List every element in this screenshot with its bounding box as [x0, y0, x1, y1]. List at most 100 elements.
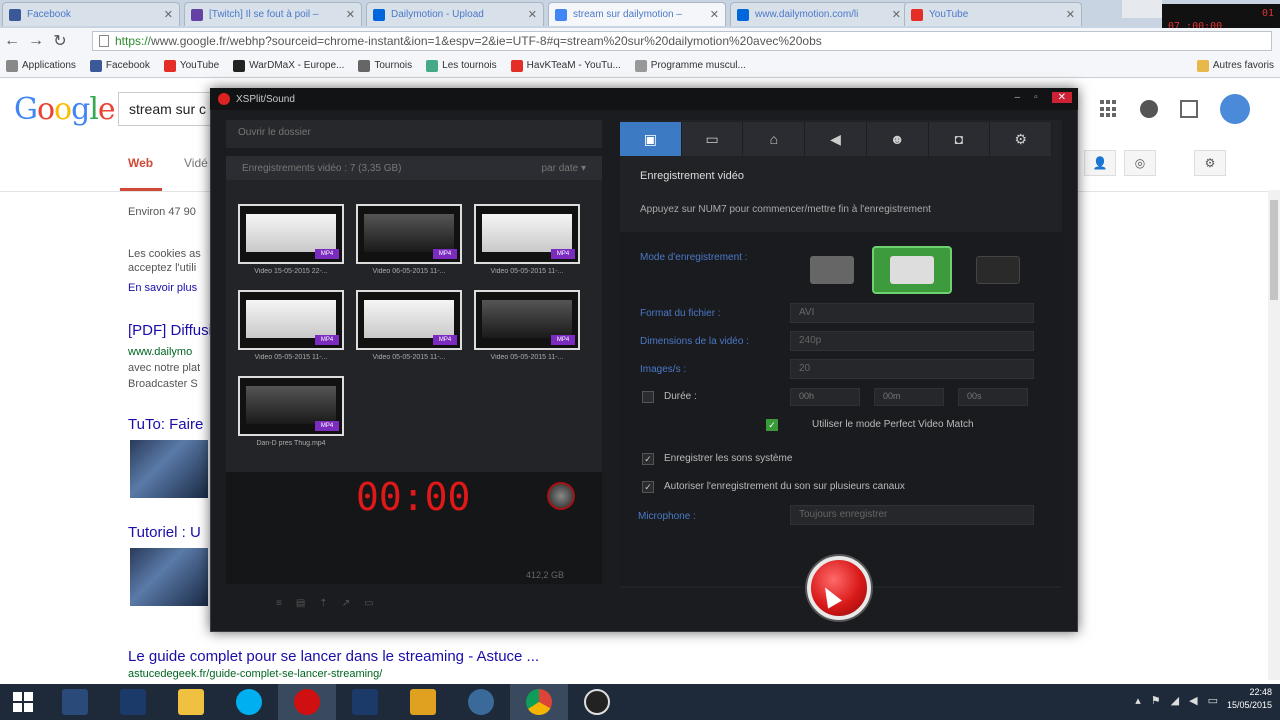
folder-icon[interactable]: ▤	[296, 598, 305, 609]
tab-capture-icon[interactable]: ⌂	[743, 122, 806, 156]
address-bar[interactable]: https://www.google.fr/webhp?sourceid=chr…	[92, 31, 1272, 51]
tab-screenshot-icon[interactable]: ◘	[929, 122, 991, 156]
start-button[interactable]	[0, 684, 46, 720]
clock[interactable]: 22:48 15/05/2015	[1227, 686, 1272, 712]
duration-hours[interactable]: 00h	[790, 388, 860, 406]
volume-icon[interactable]: ◀	[1189, 694, 1197, 707]
close-icon[interactable]: ✕	[892, 8, 901, 21]
taskbar-app[interactable]	[220, 684, 278, 720]
tab-video-record-icon[interactable]: ▣	[620, 122, 682, 156]
bookmark-item[interactable]: HavKTeaM - YouTu...	[510, 59, 621, 72]
browser-tab-active[interactable]: stream sur dailymotion – ✕	[548, 2, 726, 26]
system-sound-checkbox[interactable]: ✓	[642, 453, 654, 465]
video-item[interactable]: MP4	[238, 204, 344, 264]
scrollbar-thumb[interactable]	[1270, 200, 1278, 300]
globe-icon[interactable]: ◎	[1124, 150, 1156, 176]
browser-tab[interactable]: [Twitch] Il se fout à poil – ✕	[184, 2, 362, 26]
video-item[interactable]: MP4	[356, 204, 462, 264]
restore-icon[interactable]: ▫	[1034, 92, 1038, 103]
dimensions-select[interactable]: 240p	[790, 331, 1034, 351]
taskbar-app[interactable]	[104, 684, 162, 720]
edit-icon[interactable]: ▭	[364, 598, 373, 609]
taskbar-app[interactable]	[394, 684, 452, 720]
browser-tab[interactable]: Dailymotion - Upload ✕	[366, 2, 544, 26]
close-icon[interactable]: ✕	[346, 8, 355, 21]
result-title[interactable]: Le guide complet pour se lancer dans le …	[128, 648, 539, 665]
keyboard-icon[interactable]: ▭	[1208, 694, 1218, 707]
result-title[interactable]: [PDF] Diffusio	[128, 322, 210, 339]
duration-checkbox[interactable]	[642, 391, 654, 403]
avatar[interactable]	[1220, 94, 1250, 124]
mode-game[interactable]	[792, 246, 872, 294]
duration-seconds[interactable]: 00s	[958, 388, 1028, 406]
forward-icon[interactable]: →	[24, 29, 48, 53]
reload-icon[interactable]: ↻	[48, 29, 72, 53]
bookmark-item[interactable]: Les tournois	[426, 59, 497, 72]
close-icon[interactable]: ✕	[1066, 8, 1075, 21]
tab-live-icon[interactable]: ▭	[682, 122, 744, 156]
browser-tab[interactable]: YouTube ✕	[904, 2, 1082, 26]
open-folder-toolbar[interactable]: Ouvrir le dossier	[226, 120, 602, 148]
other-bookmarks[interactable]: Autres favoris	[1196, 59, 1274, 72]
share-icon[interactable]: ↗	[342, 598, 350, 609]
video-item[interactable]: MP4	[474, 290, 580, 350]
mode-region[interactable]	[958, 246, 1038, 294]
close-icon[interactable]: ✕	[164, 8, 173, 21]
sort-dropdown[interactable]: par date ▾	[541, 163, 586, 174]
gear-icon[interactable]: ⚙	[1194, 150, 1226, 176]
perfect-video-match-checkbox[interactable]: ✓	[766, 419, 778, 431]
browser-tab[interactable]: Facebook ✕	[2, 2, 180, 26]
apps-grid-icon[interactable]	[1100, 100, 1118, 118]
bookmark-item[interactable]: YouTube	[163, 59, 219, 72]
webcam-button[interactable]	[547, 482, 575, 510]
tab-settings-icon[interactable]: ⚙	[990, 122, 1053, 156]
fps-select[interactable]: 20	[790, 359, 1034, 379]
minimize-icon[interactable]: –	[1015, 92, 1021, 103]
back-icon[interactable]: ←	[0, 29, 24, 53]
bookmark-item[interactable]: WarDMaX - Europe...	[233, 59, 344, 72]
upload-icon[interactable]: ⇡	[319, 598, 327, 609]
learn-more-link[interactable]: En savoir plus	[128, 282, 210, 294]
close-icon[interactable]: ✕	[528, 8, 537, 21]
result-title[interactable]: TuTo: Faire	[128, 416, 210, 433]
recorder-titlebar[interactable]: XSPlit/Sound	[210, 88, 1078, 110]
multichannel-checkbox[interactable]: ✓	[642, 481, 654, 493]
duration-minutes[interactable]: 00m	[874, 388, 944, 406]
bookmark-item[interactable]: Programme muscul...	[634, 59, 746, 72]
video-thumbnail[interactable]	[130, 440, 208, 498]
bookmark-item[interactable]: Tournois	[358, 59, 412, 72]
browser-tab[interactable]: www.dailymotion.com/li ✕	[730, 2, 908, 26]
tab-videos[interactable]: Vidé	[184, 156, 208, 170]
video-item[interactable]: MP4	[474, 204, 580, 264]
close-icon[interactable]: ✕	[710, 8, 719, 21]
video-item[interactable]: MP4	[356, 290, 462, 350]
tab-game-icon[interactable]: ☻	[867, 122, 929, 156]
tab-web[interactable]: Web	[128, 156, 153, 170]
video-item[interactable]: MP4	[238, 376, 344, 436]
window-controls[interactable]	[1122, 0, 1162, 18]
microphone-select[interactable]: Toujours enregistrer	[790, 505, 1034, 525]
video-thumbnail[interactable]	[130, 548, 208, 606]
format-select[interactable]: AVI	[790, 303, 1034, 323]
taskbar-app[interactable]	[278, 684, 336, 720]
notifications-icon[interactable]	[1140, 100, 1158, 118]
bookmark-item[interactable]: Facebook	[89, 59, 150, 72]
network-icon[interactable]: ◢	[1171, 694, 1179, 707]
mode-screen[interactable]	[872, 246, 952, 294]
taskbar-app[interactable]	[568, 684, 626, 720]
user-icon[interactable]: 👤	[1084, 150, 1116, 176]
taskbar-app[interactable]	[162, 684, 220, 720]
video-item[interactable]: MP4	[238, 290, 344, 350]
taskbar-app[interactable]	[510, 684, 568, 720]
list-icon[interactable]: ≡	[276, 598, 282, 609]
result-title[interactable]: Tutoriel : U	[128, 524, 210, 541]
tab-audio-icon[interactable]: ◀	[805, 122, 867, 156]
chevron-up-icon[interactable]: ▴	[1135, 694, 1141, 707]
taskbar-app[interactable]	[336, 684, 394, 720]
taskbar-app[interactable]	[46, 684, 104, 720]
share-icon[interactable]	[1180, 100, 1198, 118]
flag-icon[interactable]: ⚑	[1151, 694, 1161, 707]
bookmark-item[interactable]: Applications	[6, 59, 76, 72]
record-button[interactable]	[807, 556, 871, 620]
google-logo[interactable]: Google	[14, 92, 116, 127]
